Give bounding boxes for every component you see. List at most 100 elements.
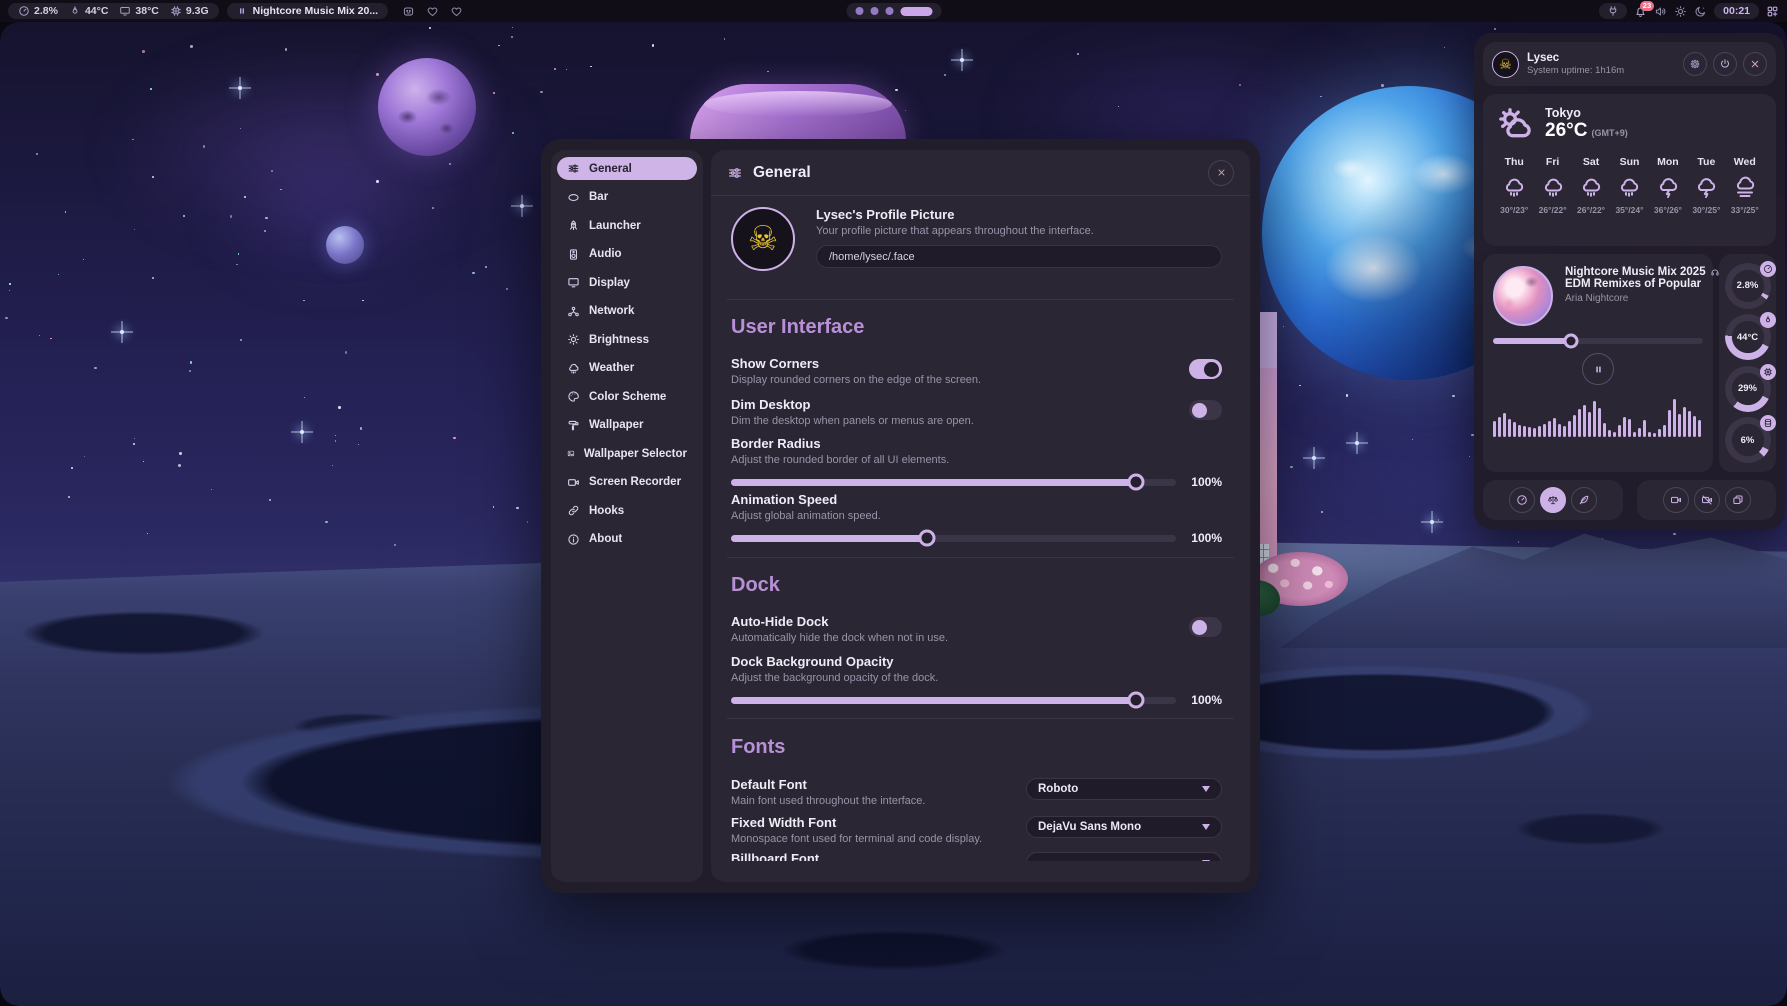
sidebar-item-color-scheme[interactable]: Color Scheme <box>557 385 697 408</box>
seek-slider[interactable] <box>1493 338 1703 344</box>
performance-profile-button[interactable] <box>1509 487 1535 513</box>
profile-avatar[interactable]: ☠ <box>731 207 795 271</box>
sidebar-item-audio[interactable]: Audio <box>557 243 697 266</box>
sidebar-item-display[interactable]: Display <box>557 271 697 294</box>
close-icon <box>1216 167 1227 178</box>
night-light-icon[interactable] <box>1694 5 1707 18</box>
star <box>493 506 495 508</box>
workspace-dot[interactable] <box>870 7 878 15</box>
workspace-dot[interactable] <box>885 7 893 15</box>
sidebar-item-bar[interactable]: Bar <box>557 186 697 209</box>
heart-icon[interactable] <box>426 5 439 18</box>
sidebar-item-wallpaper[interactable]: Wallpaper <box>557 414 697 437</box>
emote-icon[interactable] <box>402 5 415 18</box>
dim-desktop-toggle[interactable] <box>1189 400 1222 420</box>
visualizer-bar <box>1668 410 1671 437</box>
seek-thumb[interactable] <box>1563 334 1578 349</box>
star <box>540 91 543 94</box>
workspace-active[interactable] <box>900 7 932 16</box>
pause-button[interactable] <box>1582 353 1614 385</box>
weather-timezone: (GMT+9) <box>1591 128 1627 138</box>
cam-off-icon <box>1701 494 1713 506</box>
clock[interactable]: 00:21 <box>1714 3 1759 19</box>
visualizer-bar <box>1553 418 1556 437</box>
setting-title: Show Corners <box>731 356 1222 371</box>
sidebar-item-network[interactable]: Network <box>557 300 697 323</box>
cloud-rain-icon <box>1579 175 1603 199</box>
settings-button[interactable] <box>1683 52 1707 76</box>
border-radius-slider[interactable] <box>731 479 1176 486</box>
quick-icons <box>402 5 463 18</box>
screen-record-button[interactable] <box>1663 487 1689 513</box>
powersaver-profile-button[interactable] <box>1571 487 1597 513</box>
notifications-button[interactable]: 23 <box>1634 5 1647 18</box>
weather-temperature: 26°C <box>1545 120 1587 142</box>
star <box>1283 326 1285 328</box>
star <box>724 38 726 40</box>
star <box>332 465 333 466</box>
heart-icon[interactable] <box>450 5 463 18</box>
settings-sidebar: General Bar Launcher Audio Display Network Bri… <box>551 150 703 882</box>
animation-speed-slider[interactable] <box>731 535 1176 542</box>
power-button[interactable] <box>1713 52 1737 76</box>
workspace-dot[interactable] <box>855 7 863 15</box>
media-pill[interactable]: Nightcore Music Mix 20... <box>227 3 388 19</box>
workspace-indicator[interactable] <box>846 3 941 19</box>
sidebar-item-about[interactable]: About <box>557 528 697 551</box>
star <box>152 277 154 279</box>
sidebar-item-brightness[interactable]: Brightness <box>557 328 697 351</box>
stat-monitor: 38°C <box>119 5 158 17</box>
setting-title: Billboard Font <box>731 851 819 861</box>
forecast-temps: 35°/24° <box>1610 205 1648 215</box>
star <box>767 71 768 72</box>
power-icon <box>1719 58 1731 70</box>
volume-icon[interactable] <box>1654 5 1667 18</box>
avatar: ☠ <box>1492 51 1519 78</box>
stat-chip: 9.3G <box>170 5 209 17</box>
star <box>230 215 232 217</box>
show-corners-toggle[interactable] <box>1189 359 1222 379</box>
star <box>512 132 514 134</box>
window-screenshot-button[interactable] <box>1725 487 1751 513</box>
pause-icon <box>237 6 247 16</box>
profile-path-input[interactable]: /home/lysec/.face <box>816 245 1222 268</box>
slider-thumb[interactable] <box>1127 692 1144 709</box>
setting-title: Dim Desktop <box>731 397 1222 412</box>
balanced-profile-button[interactable] <box>1540 487 1566 513</box>
close-panel-button[interactable] <box>1743 52 1767 76</box>
network-tray-button[interactable] <box>1599 3 1627 19</box>
section-user-interface: User Interface <box>731 316 1222 339</box>
gauge-icon <box>1516 494 1528 506</box>
slider-thumb[interactable] <box>918 530 935 547</box>
leaf-icon <box>1578 494 1590 506</box>
brightness-icon[interactable] <box>1674 5 1687 18</box>
star <box>265 217 267 219</box>
sidebar-item-launcher[interactable]: Launcher <box>557 214 697 237</box>
default-font-dropdown[interactable]: Roboto <box>1026 778 1222 800</box>
section-fonts: Fonts <box>731 736 1222 759</box>
sidebar-item-hooks[interactable]: Hooks <box>557 499 697 522</box>
gauge-icon <box>1760 261 1776 277</box>
gear-icon <box>1689 58 1701 70</box>
dashboard-icon[interactable] <box>1766 5 1779 18</box>
fixed-width-font-dropdown[interactable]: DejaVu Sans Mono <box>1026 816 1222 838</box>
profile-description: Your profile picture that appears throug… <box>816 225 1222 237</box>
sidebar-item-wallpaper-selector[interactable]: Wallpaper Selector <box>557 442 697 465</box>
star <box>345 351 348 354</box>
star <box>1346 394 1348 396</box>
sidebar-item-label: Screen Recorder <box>589 476 681 488</box>
camera-off-button[interactable] <box>1694 487 1720 513</box>
sidebar-item-weather[interactable]: Weather <box>557 357 697 380</box>
sidebar-item-screen-recorder[interactable]: Screen Recorder <box>557 471 697 494</box>
dock-opacity-slider[interactable] <box>731 697 1176 704</box>
star <box>376 180 379 183</box>
slider-thumb[interactable] <box>1127 474 1144 491</box>
sidebar-item-general[interactable]: General <box>557 157 697 180</box>
auto-hide-dock-toggle[interactable] <box>1189 617 1222 637</box>
chevron-down-icon <box>1202 824 1210 830</box>
star <box>147 533 148 534</box>
star <box>905 110 906 111</box>
billboard-font-dropdown[interactable] <box>1026 852 1222 861</box>
star <box>238 253 239 254</box>
close-button[interactable] <box>1208 160 1234 186</box>
